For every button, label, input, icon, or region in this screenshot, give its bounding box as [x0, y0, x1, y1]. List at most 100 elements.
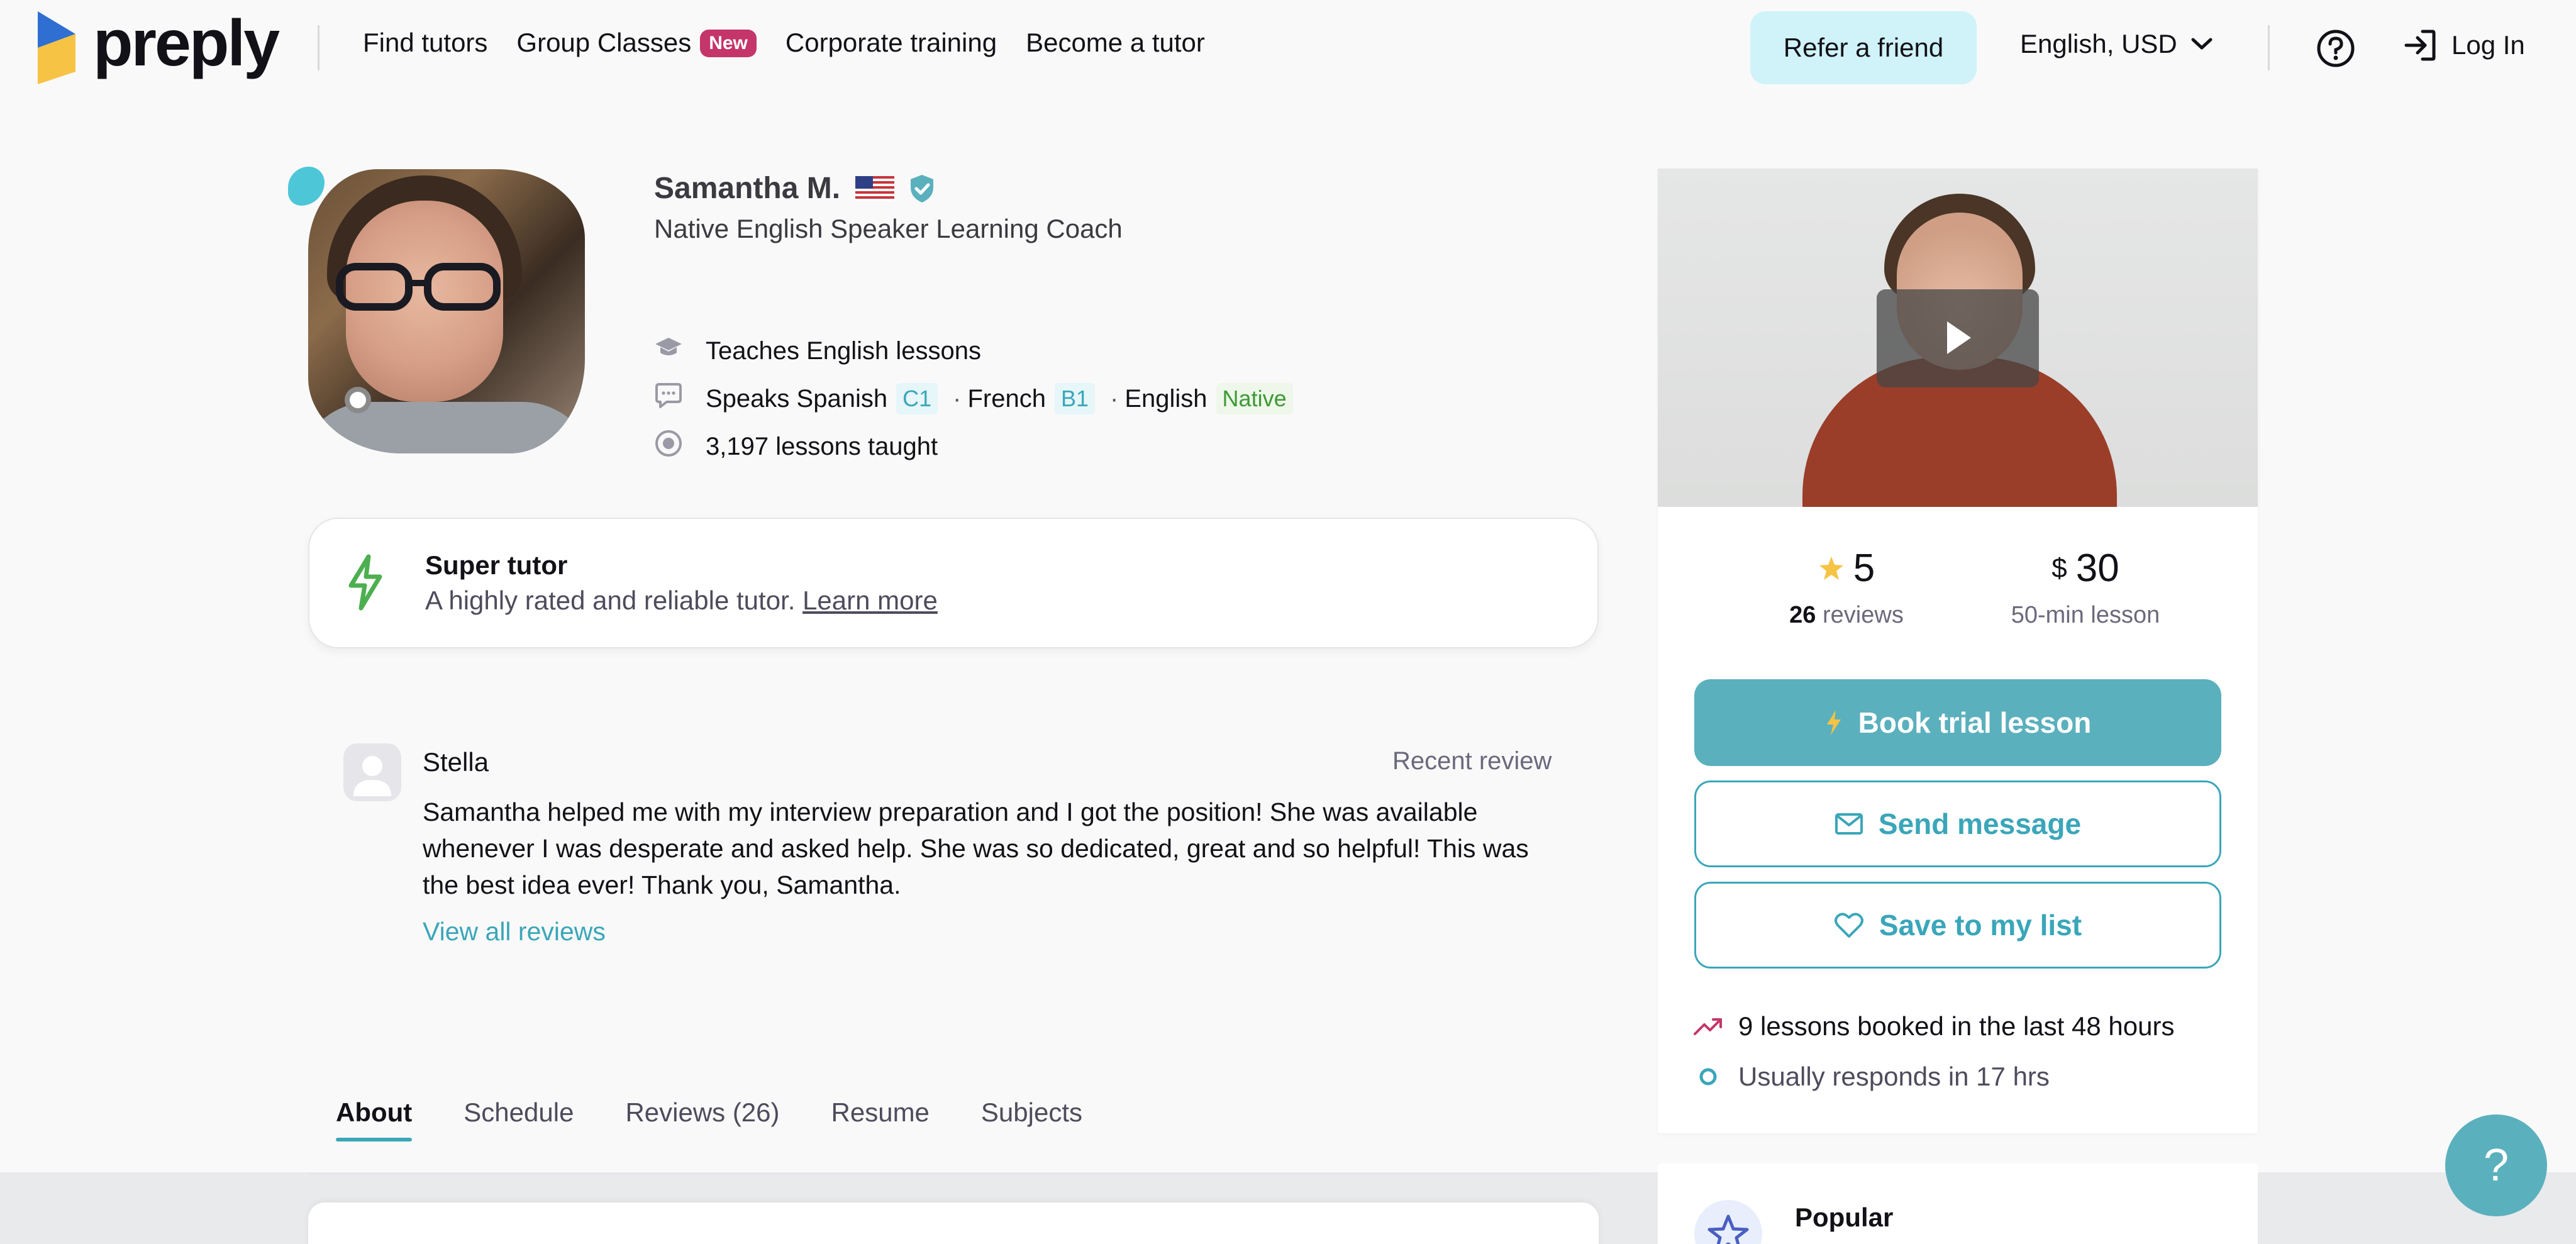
separator-dot: · [1110, 384, 1119, 413]
tutor-name: Samantha M. [654, 172, 841, 205]
trending-up-icon [1694, 1018, 1722, 1035]
preply-logo[interactable]: preply [38, 7, 280, 84]
main-nav: Find tutors Group Classes New Corporate t… [363, 28, 1234, 58]
status-circle-icon [1699, 1068, 1717, 1086]
nav-corporate-training[interactable]: Corporate training [786, 28, 997, 58]
chevron-down-icon [2191, 38, 2212, 50]
login-label: Log In [2451, 30, 2525, 60]
about-section-card [308, 1202, 1599, 1244]
language-level-badge: C1 [896, 383, 938, 414]
nav-group-classes-label: Group Classes [516, 28, 692, 57]
profile-tabs: About Schedule Reviews (26) Resume Subje… [336, 1097, 1134, 1141]
lightning-bolt-icon [1826, 710, 1841, 735]
currency-symbol: $ [2051, 552, 2067, 584]
top-header: preply Find tutors Group Classes New Corp… [0, 0, 2576, 94]
us-flag-icon [855, 175, 895, 201]
booking-card: 5 26 reviews $ 30 50-min lesson Book tri… [1658, 169, 2258, 1133]
book-trial-lesson-button[interactable]: Book trial lesson [1694, 679, 2221, 766]
refer-a-friend-button[interactable]: Refer a friend [1750, 11, 1977, 84]
recent-review-label: Recent review [1392, 747, 1552, 775]
play-icon [1947, 321, 1971, 354]
user-placeholder-icon [353, 756, 391, 796]
lesson-duration-label: 50-min lesson [2011, 602, 2160, 628]
view-all-reviews-link[interactable]: View all reviews [423, 917, 606, 947]
heart-icon [1834, 913, 1863, 938]
language-currency-value: English, USD [2020, 29, 2177, 58]
nav-become-a-tutor[interactable]: Become a tutor [1026, 28, 1205, 58]
tab-schedule[interactable]: Schedule [464, 1097, 574, 1141]
separator-dot: · [953, 384, 962, 413]
reviews-count-link[interactable]: 26 reviews [1771, 602, 1922, 629]
play-video-button[interactable] [1877, 289, 2039, 387]
tutor-headline: Native English Speaker Learning Coach [654, 214, 1123, 243]
intro-video[interactable] [1658, 169, 2258, 507]
rating-stat: 5 26 reviews [1771, 546, 1922, 629]
super-tutor-description: A highly rated and reliable tutor. Learn… [425, 586, 938, 616]
super-tutor-card: Super tutor A highly rated and reliable … [308, 518, 1599, 648]
photo-glasses [336, 263, 501, 311]
nav-find-tutors[interactable]: Find tutors [363, 28, 487, 58]
send-message-label: Send message [1878, 808, 2082, 840]
learn-more-link[interactable]: Learn more [802, 586, 938, 615]
tutor-facts: Teaches English lessons Speaks Spanish C1… [654, 327, 1302, 470]
lessons-record-icon [655, 430, 682, 457]
tab-about[interactable]: About [336, 1097, 413, 1141]
language-level-badge: B1 [1054, 383, 1096, 414]
help-circle-icon[interactable] [2316, 29, 2355, 68]
tabs-divider [308, 1173, 1599, 1175]
lessons-taught-text: 3,197 lessons taught [706, 432, 938, 460]
graduation-cap-icon [655, 338, 682, 355]
price-value-row: $ 30 [1991, 546, 2180, 591]
reviewer-avatar [343, 743, 401, 801]
review-text: Samantha helped me with my interview pre… [423, 797, 1529, 899]
lessons-booked-text: 9 lessons booked in the last 48 hours [1738, 1011, 2175, 1041]
reviews-label: reviews [1823, 602, 1904, 628]
price-value: 30 [2075, 547, 2119, 590]
reviews-count: 26 [1789, 602, 1816, 628]
tab-reviews[interactable]: Reviews (26) [625, 1097, 779, 1141]
online-status-indicator [345, 387, 371, 413]
verified-shield-icon [911, 174, 934, 203]
rating-value-row: 5 [1771, 546, 1922, 591]
reviewer-name: Stella [423, 747, 489, 777]
language-name: English [1124, 384, 1208, 413]
fact-lessons: 3,197 lessons taught [654, 423, 1302, 470]
new-badge: New [700, 30, 757, 57]
fact-teaches: Teaches English lessons [654, 327, 1302, 375]
nav-group-classes[interactable]: Group Classes New [516, 28, 757, 58]
header-divider [318, 25, 319, 70]
super-tutor-title: Super tutor [425, 550, 568, 580]
lightning-bolt-icon [348, 554, 382, 611]
tab-resume[interactable]: Resume [831, 1097, 930, 1141]
response-time-info: Usually responds in 17 hrs [1693, 1062, 2050, 1092]
avatar-decoration [288, 167, 325, 206]
tab-subjects[interactable]: Subjects [981, 1097, 1082, 1141]
popular-star-badge-icon [1694, 1200, 1762, 1244]
speaks-prefix: Speaks [706, 384, 790, 413]
fact-speaks: Speaks Spanish C1 · French B1 · English Native [654, 375, 1302, 423]
header-divider [2268, 25, 2270, 70]
teaches-text: Teaches English lessons [706, 336, 982, 365]
envelope-icon [1835, 813, 1863, 835]
language-currency-select[interactable]: English, USD [2020, 29, 2212, 59]
star-icon [1819, 556, 1843, 580]
book-trial-lesson-label: Book trial lesson [1858, 706, 2092, 739]
super-tutor-description-text: A highly rated and reliable tutor. [425, 586, 796, 615]
response-time-text: Usually responds in 17 hrs [1738, 1062, 2050, 1091]
logo-wordmark: preply [93, 6, 280, 80]
language-level-badge: Native [1216, 383, 1293, 414]
login-icon [2404, 30, 2436, 61]
price-stat: $ 30 50-min lesson [1991, 546, 2180, 629]
save-to-list-button[interactable]: Save to my list [1694, 882, 2221, 969]
tutor-avatar [288, 167, 587, 456]
rating-value: 5 [1853, 547, 1875, 590]
save-to-list-label: Save to my list [1879, 909, 2082, 941]
help-chat-button[interactable]: ? [2445, 1114, 2547, 1216]
preply-logo-icon [38, 11, 75, 84]
send-message-button[interactable]: Send message [1694, 780, 2221, 867]
language-name: French [967, 384, 1046, 413]
popular-label: Popular [1795, 1202, 1894, 1232]
login-link[interactable]: Log In [2402, 28, 2525, 63]
tutor-name-row: Samantha M. [654, 171, 936, 206]
language-name: Spanish [796, 384, 888, 413]
